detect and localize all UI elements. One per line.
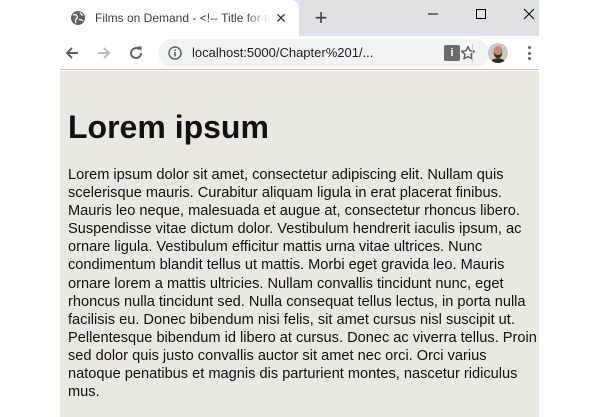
reload-icon bbox=[130, 46, 143, 60]
forward-button[interactable] bbox=[92, 41, 116, 65]
globe-icon bbox=[71, 11, 85, 25]
info-icon[interactable] bbox=[168, 46, 182, 60]
page-viewport: Lorem ipsum Lorem ipsum dolor sit amet, … bbox=[60, 71, 539, 417]
close-icon bbox=[523, 8, 535, 20]
kebab-menu-icon[interactable] bbox=[522, 44, 536, 62]
tab-close-icon[interactable]: ✕ bbox=[273, 10, 289, 26]
maximize-icon bbox=[476, 9, 486, 19]
page-paragraph: Lorem ipsum dolor sit amet, consectetur … bbox=[68, 167, 537, 401]
star-icon[interactable] bbox=[460, 45, 476, 61]
maximize-button[interactable] bbox=[458, 0, 504, 28]
back-button[interactable] bbox=[60, 41, 84, 65]
tab-title: Films on Demand - <!-- Title for this pa… bbox=[95, 11, 270, 25]
page-heading: Lorem ipsum bbox=[68, 109, 269, 145]
browser-toolbar: localhost:5000/Chapter%201/... i bbox=[60, 36, 539, 70]
browser-window: Films on Demand - <!-- Title for this pa… bbox=[60, 0, 539, 417]
arrow-left-icon bbox=[65, 47, 78, 59]
extension-icon[interactable]: i bbox=[444, 45, 460, 61]
arrow-right-icon bbox=[98, 47, 111, 59]
url-text[interactable]: localhost:5000/Chapter%201/... bbox=[192, 45, 392, 61]
toolbar-divider bbox=[472, 44, 473, 62]
close-window-button[interactable] bbox=[506, 0, 539, 28]
tab-active[interactable]: Films on Demand - <!-- Title for this pa… bbox=[60, 0, 299, 36]
avatar[interactable] bbox=[488, 43, 508, 63]
tab-strip: Films on Demand - <!-- Title for this pa… bbox=[60, 0, 539, 36]
minimize-icon bbox=[428, 13, 438, 15]
address-bar[interactable]: localhost:5000/Chapter%201/... bbox=[158, 39, 489, 67]
profile-picture bbox=[488, 43, 508, 63]
new-tab-button[interactable]: + bbox=[310, 7, 332, 29]
minimize-button[interactable] bbox=[410, 0, 456, 28]
reload-button[interactable] bbox=[124, 41, 148, 65]
